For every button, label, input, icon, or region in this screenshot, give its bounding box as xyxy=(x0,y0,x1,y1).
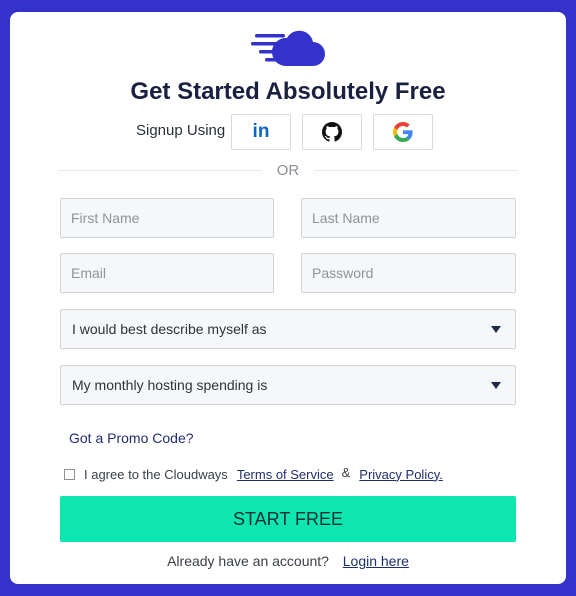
start-free-button[interactable]: START FREE xyxy=(60,496,516,542)
ampersand: & xyxy=(341,464,351,480)
chevron-down-icon xyxy=(491,382,501,389)
divider-line xyxy=(314,170,518,171)
signup-card: Get Started Absolutely Free Signup Using… xyxy=(10,12,566,584)
describe-select-value: I would best describe myself as xyxy=(72,321,267,337)
agree-text: I agree to the Cloudways xyxy=(84,466,228,482)
login-prompt: Already have an account? Login here xyxy=(10,553,566,569)
password-input[interactable] xyxy=(301,253,516,293)
signup-using-label: Signup Using xyxy=(136,122,226,139)
chevron-down-icon xyxy=(491,326,501,333)
login-link[interactable]: Login here xyxy=(343,553,409,569)
github-signup-button[interactable] xyxy=(302,114,362,150)
hosting-spending-select[interactable]: My monthly hosting spending is xyxy=(60,365,516,405)
google-signup-button[interactable] xyxy=(373,114,433,150)
cloud-speed-icon xyxy=(251,30,325,66)
email-input[interactable] xyxy=(60,253,274,293)
or-divider: OR xyxy=(58,160,518,180)
linkedin-signup-button[interactable]: in xyxy=(231,114,291,150)
terms-agreement: I agree to the Cloudways Terms of Servic… xyxy=(64,464,443,482)
google-icon xyxy=(393,122,413,142)
agree-checkbox[interactable] xyxy=(64,468,75,480)
describe-yourself-select[interactable]: I would best describe myself as xyxy=(60,309,516,349)
login-prompt-text: Already have an account? xyxy=(167,553,329,569)
promo-code-link[interactable]: Got a Promo Code? xyxy=(69,430,194,446)
first-name-input[interactable] xyxy=(60,198,274,238)
spending-select-value: My monthly hosting spending is xyxy=(72,377,268,393)
privacy-policy-link[interactable]: Privacy Policy. xyxy=(359,467,443,482)
linkedin-icon: in xyxy=(252,121,270,142)
github-icon xyxy=(322,122,342,142)
terms-of-service-link[interactable]: Terms of Service xyxy=(237,467,334,482)
last-name-input[interactable] xyxy=(301,198,516,238)
page-title: Get Started Absolutely Free xyxy=(130,78,446,105)
